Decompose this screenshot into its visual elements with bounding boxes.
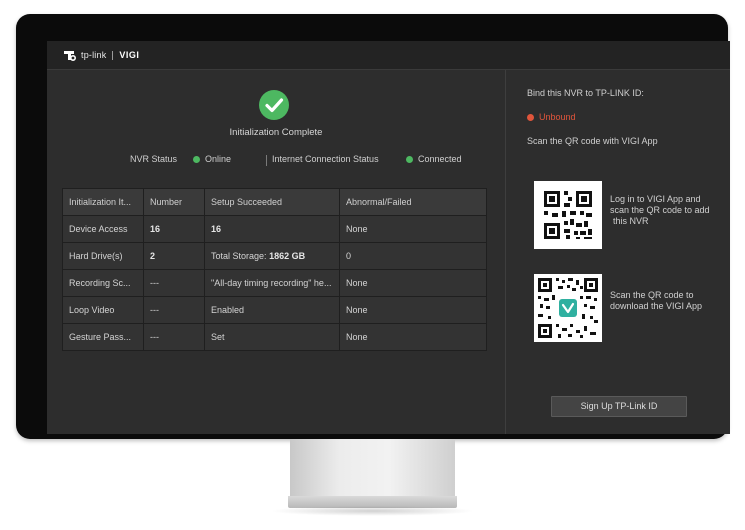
cell-failed: None (339, 296, 487, 324)
cell-item: Hard Drive(s) (62, 242, 144, 270)
column-header-setup: Setup Succeeded (204, 188, 340, 216)
table-row: Device Access 16 16 None (62, 215, 487, 243)
column-header-item: Initialization It... (62, 188, 144, 216)
cell-setup: "All-day timing recording" he... (204, 269, 340, 297)
cell-number: --- (143, 296, 205, 324)
download-qr-caption-line: Scan the QR code to (610, 290, 694, 300)
bind-qr-caption-line: Log in to VIGI App and (610, 194, 701, 204)
logo-separator (112, 50, 114, 60)
success-check-icon (259, 90, 289, 120)
monitor-bezel: tp-link VIGI Initialization Complete NVR… (16, 14, 730, 439)
cell-number: 2 (143, 242, 205, 270)
cell-item: Device Access (62, 215, 144, 243)
cell-failed: None (339, 323, 487, 351)
nvr-status-dot-icon (193, 156, 200, 163)
status-separator (266, 155, 267, 166)
table-row: Recording Sc... --- "All-day timing reco… (62, 269, 487, 297)
storage-value: 1862 GB (269, 251, 306, 261)
cell-setup: Set (204, 323, 340, 351)
table-row: Loop Video --- Enabled None (62, 296, 487, 324)
bind-qr-caption: Log in to VIGI App and scan the QR code … (610, 194, 710, 227)
logo-product: VIGI (119, 50, 140, 60)
bind-status: Unbound (539, 112, 576, 122)
cell-setup: Enabled (204, 296, 340, 324)
cell-setup: 16 (204, 215, 340, 243)
stand-shadow (270, 506, 475, 516)
sign-up-tp-link-id-button[interactable]: Sign Up TP-Link ID (551, 396, 687, 417)
nvr-status-value: Online (205, 154, 232, 164)
cell-number: 16 (143, 215, 205, 243)
initialization-title: Initialization Complete (229, 127, 323, 138)
cell-failed: 0 (339, 242, 487, 270)
table-row: Hard Drive(s) 2 Total Storage: 1862 GB 0 (62, 242, 487, 270)
column-header-number: Number (143, 188, 205, 216)
bind-qr-caption-line: scan the QR code to add (610, 205, 710, 215)
download-qr-caption: Scan the QR code to download the VIGI Ap… (610, 290, 702, 312)
tp-link-vigi-logo: tp-link VIGI (61, 46, 139, 64)
nvr-screen: tp-link VIGI Initialization Complete NVR… (47, 41, 730, 434)
internet-status-dot-icon (406, 156, 413, 163)
monitor-stand-neck (290, 439, 455, 499)
table-header-row: Initialization It... Number Setup Succee… (62, 188, 487, 216)
table-row: Gesture Pass... --- Set None (62, 323, 487, 351)
initialization-panel: Initialization Complete NVR Status Onlin… (47, 70, 505, 434)
bind-panel: Bind this NVR to TP-LINK ID: Unbound Sca… (506, 70, 730, 434)
download-qr-code-icon (534, 274, 602, 342)
tp-link-logo-icon (64, 51, 77, 62)
initialization-table: Initialization It... Number Setup Succee… (62, 188, 487, 351)
cell-item: Gesture Pass... (62, 323, 144, 351)
cell-number: --- (143, 269, 205, 297)
internet-status-value: Connected (418, 154, 462, 164)
cell-number: --- (143, 323, 205, 351)
column-header-failed: Abnormal/Failed (339, 188, 487, 216)
cell-item: Recording Sc... (62, 269, 144, 297)
download-qr-caption-line: download the VIGI App (610, 301, 703, 311)
storage-label: Total Storage: (211, 251, 267, 261)
bind-label: Bind this NVR to TP-LINK ID: (527, 88, 644, 98)
logo-text: tp-link (81, 50, 107, 60)
scan-label: Scan the QR code with VIGI App (527, 136, 658, 146)
internet-status-label: Internet Connection Status (272, 154, 379, 164)
bind-qr-caption-line: this NVR (613, 216, 649, 226)
cell-setup: Total Storage: 1862 GB (204, 242, 340, 270)
unbound-status-dot-icon (527, 114, 534, 121)
status-row: NVR Status Online Internet Connection St… (47, 154, 505, 168)
top-bar: tp-link VIGI (47, 41, 730, 70)
bind-qr-code-icon (534, 181, 602, 249)
cell-item: Loop Video (62, 296, 144, 324)
nvr-status-label: NVR Status (130, 154, 178, 164)
cell-failed: None (339, 215, 487, 243)
cell-failed: None (339, 269, 487, 297)
